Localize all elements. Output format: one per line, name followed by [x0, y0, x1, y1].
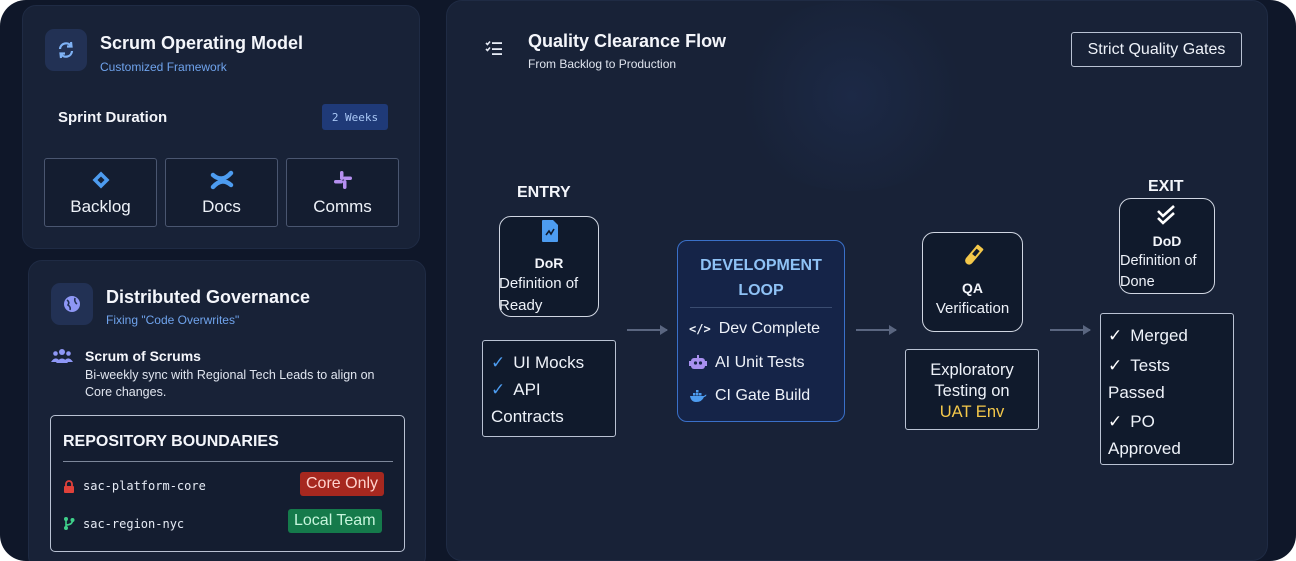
exit-check-po: ✓ PO [1108, 408, 1233, 435]
governance-subtitle: Fixing "Code Overwrites" [106, 313, 240, 327]
repo-name-nyc: sac-region-nyc [83, 517, 185, 531]
entry-check-api: ✓ API [491, 376, 615, 403]
arrow-entry-to-dev [627, 325, 668, 335]
header-divider [63, 461, 393, 462]
comms-button[interactable]: Comms [286, 158, 399, 227]
document-icon [542, 220, 558, 242]
comms-label: Comms [313, 196, 372, 216]
check-icon: ✓ [1108, 326, 1123, 345]
entry-checklist: ✓ UI Mocks ✓ API Contracts [482, 340, 616, 437]
flow-title: Quality Clearance Flow [528, 31, 727, 51]
dev-loop-divider [690, 307, 832, 308]
dod-line-1: Definition of [1120, 253, 1197, 269]
entry-label: ENTRY [517, 184, 571, 201]
check-icon: ✓ [1108, 356, 1123, 375]
sync-icon [45, 29, 87, 71]
repo-name-core: sac-platform-core [83, 479, 206, 493]
arrow-qa-to-exit [1050, 325, 1091, 335]
qa-abbr: QA [962, 280, 983, 296]
team-icon [51, 349, 73, 363]
dev-loop-title-1: DEVELOPMENT [700, 257, 822, 274]
check-icon: ✓ [491, 380, 506, 399]
dor-box: DoR Definition of Ready [499, 216, 599, 317]
entry-check-contracts: Contracts [491, 403, 615, 430]
dev-item-label: CI Gate Build [715, 387, 811, 404]
strict-quality-gates-badge: Strict Quality Gates [1071, 32, 1242, 67]
governance-title: Distributed Governance [106, 287, 311, 307]
lock-icon [64, 480, 74, 493]
check-icon: ✓ [1108, 412, 1123, 431]
backlog-button[interactable]: Backlog [44, 158, 157, 227]
exit-check-passed: Passed [1108, 379, 1233, 406]
docker-whale-icon [690, 390, 707, 402]
slack-icon [333, 170, 352, 189]
exploratory-line-3: UAT Env [939, 403, 1005, 421]
scrum-of-scrums-desc-2: Core changes. [85, 385, 167, 399]
repository-boundaries-header: REPOSITORY BOUNDARIES [63, 433, 279, 450]
docs-button[interactable]: Docs [165, 158, 278, 227]
scrum-title: Scrum Operating Model [100, 33, 304, 53]
branch-icon [64, 517, 75, 530]
flow-glow [727, 1, 977, 191]
dor-line-2: Ready [499, 297, 543, 314]
robot-icon [689, 355, 707, 369]
qa-box: QA Verification [922, 232, 1023, 332]
globe-icon [51, 283, 93, 325]
dev-loop-title-2: LOOP [738, 282, 784, 299]
test-tube-icon [965, 244, 984, 265]
exit-check-approved: Approved [1108, 435, 1233, 462]
dev-item-label: Dev Complete [718, 320, 821, 337]
exploratory-line-1: Exploratory [930, 361, 1014, 379]
exit-check-merged: ✓ Merged [1108, 322, 1233, 349]
scrum-of-scrums-desc-1: Bi-weekly sync with Regional Tech Leads … [85, 368, 375, 382]
entry-check-label: Contracts [491, 407, 564, 426]
sprint-duration-label: Sprint Duration [58, 109, 168, 126]
exit-check-label: Merged [1130, 326, 1188, 345]
repository-boundaries-panel: REPOSITORY BOUNDARIES sac-platform-core … [50, 415, 405, 552]
dod-box: DoD Definition of Done [1119, 198, 1215, 294]
check-icon: ✓ [491, 353, 506, 372]
docs-label: Docs [202, 196, 241, 216]
core-only-badge: Core Only [300, 472, 385, 496]
jira-diamond-icon [92, 171, 109, 188]
exit-checklist: ✓ Merged ✓ Tests Passed ✓ PO Approved [1100, 313, 1234, 465]
flow-subtitle: From Backlog to Production [528, 57, 677, 71]
dev-item-ai-unit-tests: AI Unit Tests [689, 354, 805, 372]
exit-check-label: Passed [1108, 383, 1165, 402]
entry-check-label: API [513, 380, 541, 399]
arrow-dev-to-qa [856, 325, 897, 335]
checklist-icon [485, 40, 502, 55]
dev-item-dev-complete: </> Dev Complete [689, 320, 820, 338]
dor-abbr: DoR [534, 255, 564, 271]
qa-label: Verification [935, 300, 1010, 317]
exit-check-label: Approved [1108, 439, 1181, 458]
entry-check-ui-mocks: ✓ UI Mocks [491, 349, 615, 376]
app-frame: Scrum Operating Model Customized Framewo… [0, 0, 1296, 561]
scrum-of-scrums-title: Scrum of Scrums [85, 348, 201, 364]
exploratory-testing-box: Exploratory Testing on UAT Env [905, 349, 1039, 430]
backlog-label: Backlog [70, 196, 131, 216]
code-icon: </> [689, 322, 711, 336]
exit-label: EXIT [1148, 178, 1184, 195]
exit-check-tests: ✓ Tests [1108, 352, 1233, 379]
entry-check-label: UI Mocks [513, 353, 585, 372]
local-team-badge: Local Team [288, 509, 382, 533]
dev-item-label: AI Unit Tests [715, 354, 805, 371]
dod-line-2: Done [1120, 274, 1155, 290]
confluence-icon [210, 170, 233, 189]
development-loop-box: DEVELOPMENT LOOP </> Dev Complete AI Uni… [677, 240, 845, 422]
scrum-subtitle: Customized Framework [100, 60, 227, 74]
exit-check-label: Tests [1130, 356, 1170, 375]
dev-item-ci-gate-build: CI Gate Build [689, 387, 810, 405]
exit-check-label: PO [1130, 412, 1155, 431]
double-check-icon [1157, 205, 1175, 225]
dor-line-1: Definition of [499, 275, 579, 292]
sprint-duration-badge: 2 Weeks [322, 104, 388, 130]
dod-abbr: DoD [1152, 233, 1182, 249]
exploratory-line-2: Testing on [934, 382, 1010, 400]
